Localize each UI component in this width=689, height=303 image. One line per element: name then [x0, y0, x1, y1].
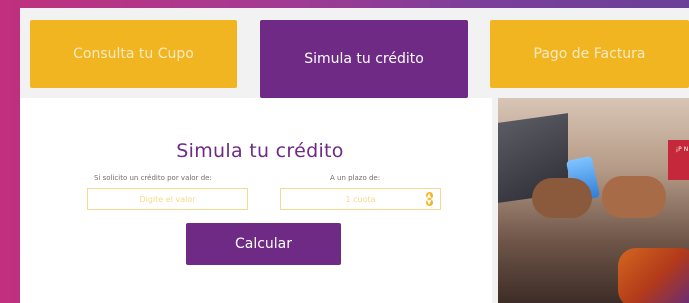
- amount-label: Si solicito un crédito por valor de:: [94, 174, 212, 182]
- stepper-down-icon[interactable]: ▼: [425, 199, 433, 206]
- tab-pago-factura[interactable]: Pago de Factura: [490, 20, 689, 88]
- calculate-button[interactable]: Calcular: [186, 223, 341, 265]
- hero-photo: ¡P N: [498, 98, 689, 303]
- term-select[interactable]: 1 cuota: [280, 188, 441, 210]
- tab-simula-credito[interactable]: Simula tu crédito: [260, 20, 468, 98]
- hand-graphic-right: [602, 176, 666, 218]
- term-label: A un plazo de:: [330, 174, 381, 182]
- sleeve-graphic: [618, 248, 689, 303]
- promo-badge: ¡P N: [668, 140, 689, 180]
- amount-input[interactable]: Digite el valor: [87, 188, 248, 210]
- stepper-up-icon[interactable]: ▲: [425, 192, 433, 199]
- hand-graphic-left: [532, 178, 592, 218]
- page-title: Simula tu crédito: [176, 140, 344, 162]
- term-stepper[interactable]: ▲ ▼: [424, 192, 434, 206]
- term-value: 1 cuota: [345, 194, 376, 204]
- tab-consulta-cupo[interactable]: Consulta tu Cupo: [30, 20, 237, 88]
- amount-placeholder: Digite el valor: [139, 194, 196, 204]
